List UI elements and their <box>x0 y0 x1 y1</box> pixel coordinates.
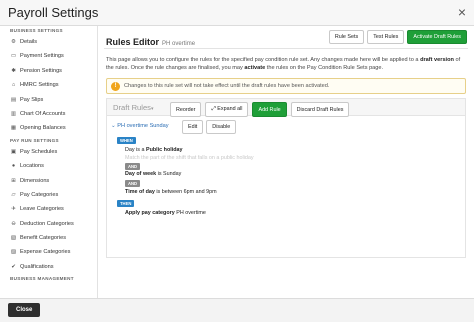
discard-draft-rules-button[interactable]: Discard Draft Rules <box>290 102 350 117</box>
draft-notice: ! Changes to this rule set will not take… <box>106 78 466 94</box>
and-tag: AND <box>125 163 141 170</box>
sidebar-item-label: Pay Schedules <box>20 148 58 155</box>
plane-icon: ✈ <box>11 206 16 213</box>
sidebar-item-pay-slips[interactable]: ▤ Pay Slips <box>0 93 97 107</box>
sidebar-item-label: Payment Settings <box>20 53 64 60</box>
sidebar-item-locations[interactable]: ● Locations <box>0 159 97 173</box>
page-description: This page allows you to configure the ru… <box>106 57 461 71</box>
sidebar-item-pay-categories[interactable]: ▱ Pay Categories <box>0 188 97 202</box>
sidebar-item-deduction-categories[interactable]: ⊖ Deduction Categories <box>0 217 97 231</box>
sidebar-item-label: Expense Categories <box>20 249 71 256</box>
sidebar-item-label: Benefit Categories <box>20 235 67 242</box>
sidebar-item-payment-settings[interactable]: ▭ Payment Settings <box>0 49 97 63</box>
sidebar-item-hmrc-settings[interactable]: ⌂ HMRC Settings <box>0 78 97 92</box>
main-panel: Rules Editor PH overtime Rule Sets Test R… <box>98 26 474 298</box>
sidebar-item-label: Pay Categories <box>20 191 59 198</box>
reorder-button[interactable]: Reorder <box>170 102 202 117</box>
pension-icon: ✱ <box>11 67 16 74</box>
sidebar-item-label: Deduction Categories <box>20 220 74 227</box>
sidebar-item-label: Pay Slips <box>20 96 44 103</box>
file-icon: ▤ <box>10 96 17 103</box>
window-titlebar: Payroll Settings × <box>0 0 474 26</box>
bank-icon: ⌂ <box>11 82 16 89</box>
test-rules-button[interactable]: Test Rules <box>367 30 405 44</box>
folder-icon: ▱ <box>11 191 16 198</box>
rule-action: Apply pay category PH overtime <box>125 210 206 216</box>
map-pin-icon: ● <box>11 163 16 170</box>
sidebar-item-label: Leave Categories <box>20 206 64 213</box>
calendar-icon: ▣ <box>10 148 17 155</box>
close-button[interactable]: Close <box>8 303 41 317</box>
sidebar-item-leave-categories[interactable]: ✈ Leave Categories <box>0 202 97 216</box>
sidebar-item-pay-schedules[interactable]: ▣ Pay Schedules <box>0 145 97 159</box>
gear-icon: ⚙ <box>11 39 16 45</box>
header-divider <box>104 48 468 49</box>
chevron-down-icon: ▾ <box>150 106 154 112</box>
sidebar-section-header: BUSINESS MANAGEMENT <box>10 276 74 282</box>
sidebar-item-dimensions[interactable]: ⊞ Dimensions <box>0 174 97 188</box>
sidebar-item-details[interactable]: ⚙ Details <box>0 35 97 49</box>
header-actions: Rule Sets Test Rules Activate Draft Rule… <box>328 30 467 44</box>
disable-rule-button[interactable]: Disable <box>206 120 237 134</box>
window-title: Payroll Settings <box>8 5 99 20</box>
check-icon: ✔ <box>11 263 16 270</box>
sidebar-item-label: Dimensions <box>20 177 50 184</box>
sidebar-item-label: Pension Settings <box>20 67 62 74</box>
sidebar-item-pension-settings[interactable]: ✱ Pension Settings <box>0 64 97 78</box>
sidebar-item-expense-categories[interactable]: ▨ Expense Categories <box>0 245 97 259</box>
condition-day-of-week: Day of week is Sunday <box>125 171 182 177</box>
sidebar-item-label: Qualifications <box>20 263 54 270</box>
when-tag: WHEN <box>117 137 136 144</box>
rules-toolbar: Draft Rules▾ Reorder ⤢ Expand all Add Ru… <box>107 99 465 117</box>
warning-icon: ! <box>111 81 120 91</box>
rules-editor: Draft Rules▾ Reorder ⤢ Expand all Add Ru… <box>106 98 466 258</box>
sidebar-item-qualifications[interactable]: ✔ Qualifications <box>0 260 97 274</box>
and-tag: AND <box>125 180 141 187</box>
sidebar-item-opening-balances[interactable]: ▦ Opening Balances <box>0 121 97 135</box>
sidebar-section-header: BUSINESS SETTINGS <box>10 28 63 33</box>
dialog-footer: Close <box>0 298 474 322</box>
condition-public-holiday: Day is a Public holiday <box>125 147 183 153</box>
expand-all-button[interactable]: ⤢ Expand all <box>205 102 249 117</box>
gift-icon: ▧ <box>10 235 17 242</box>
page-title: Rules Editor <box>106 37 160 47</box>
book-icon: ▥ <box>10 110 17 117</box>
then-tag: THEN <box>117 200 135 207</box>
balance-icon: ▦ <box>10 125 17 132</box>
condition-note: Match the part of the shift that falls o… <box>125 155 254 161</box>
sliders-icon: ⊞ <box>11 177 16 184</box>
settings-sidebar: BUSINESS SETTINGS ⚙ Details ▭ Payment Settin… <box>0 26 98 298</box>
sidebar-item-chart-of-accounts[interactable]: ▥ Chart Of Accounts <box>0 107 97 121</box>
sidebar-section-header: PAY RUN SETTINGS <box>10 137 59 143</box>
sidebar-item-benefit-categories[interactable]: ▧ Benefit Categories <box>0 231 97 245</box>
draft-notice-text: Changes to this rule set will not take e… <box>124 83 330 89</box>
minus-circle-icon: ⊖ <box>11 220 16 227</box>
edit-rule-button[interactable]: Edit <box>182 120 204 134</box>
sidebar-item-label: Locations <box>20 163 44 170</box>
sidebar-item-label: Chart Of Accounts <box>20 110 66 117</box>
add-rule-button[interactable]: Add Rule <box>252 102 287 117</box>
rule-name-link[interactable]: ⌄ PH overtime Sunday <box>111 123 169 129</box>
draft-rules-dropdown[interactable]: Draft Rules▾ <box>113 103 154 112</box>
card-icon: ▭ <box>10 53 17 60</box>
activate-draft-rules-button[interactable]: Activate Draft Rules <box>407 30 467 44</box>
receipt-icon: ▨ <box>10 249 17 256</box>
rule-sets-button[interactable]: Rule Sets <box>328 30 365 44</box>
page-subtitle: PH overtime <box>162 41 196 47</box>
condition-time-of-day: Time of day is between 6pm and 9pm <box>125 189 217 195</box>
sidebar-item-label: Opening Balances <box>20 125 66 132</box>
close-icon[interactable]: × <box>458 4 466 20</box>
sidebar-item-label: HMRC Settings <box>20 82 59 89</box>
sidebar-item-label: Details <box>20 39 38 45</box>
